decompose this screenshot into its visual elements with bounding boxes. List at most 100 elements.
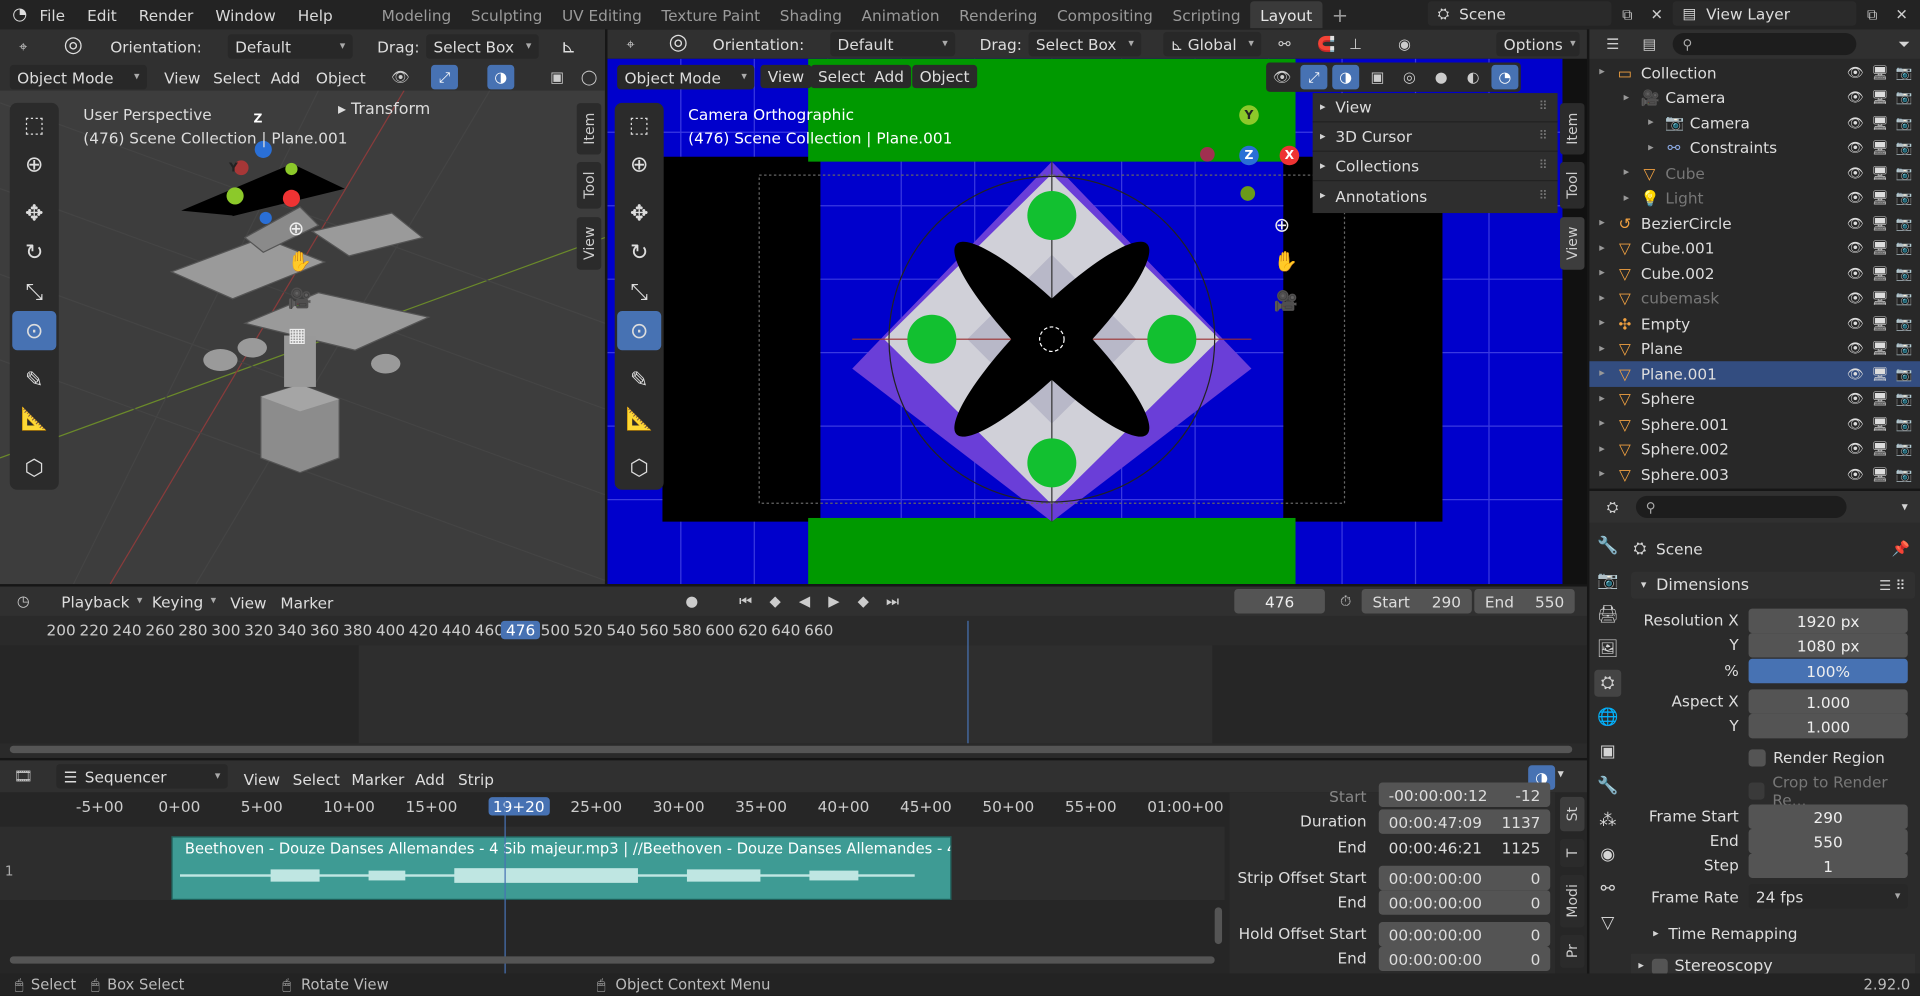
options-dropdown[interactable]: Options ▾	[1496, 31, 1580, 57]
eye-icon[interactable]: 👁	[1847, 140, 1864, 156]
view-layer-selector[interactable]: ▤ View Layer	[1672, 1, 1857, 26]
wireframe-shading-icon[interactable]: ◎	[1396, 65, 1423, 89]
tab-item[interactable]: Item	[1560, 102, 1585, 155]
expand-arrow-icon[interactable]: ▸	[1599, 468, 1616, 480]
camera-render-icon[interactable]: 📷	[1896, 115, 1913, 131]
eye-icon[interactable]: 👁	[1847, 215, 1864, 231]
rendered-shading-icon[interactable]: ◔	[1491, 64, 1519, 90]
expand-arrow-icon[interactable]: ▸	[1599, 242, 1616, 254]
add-cube-tool-icon[interactable]: ⬡	[617, 448, 661, 487]
eye-icon[interactable]: 👁	[1847, 65, 1864, 81]
new-scene-icon[interactable]: ⧉	[1614, 2, 1641, 26]
monitor-icon[interactable]: 🖥	[1871, 316, 1888, 332]
camera-render-icon[interactable]: 📷	[1896, 441, 1913, 457]
camera-render-icon[interactable]: 📷	[1896, 215, 1913, 231]
monitor-icon[interactable]: 🖥	[1871, 366, 1888, 382]
tab-view[interactable]: View	[1560, 216, 1585, 270]
orientation-dropdown[interactable]: Default ▾	[830, 31, 956, 57]
panel-3d-cursor[interactable]: ▸ 3D Cursor ⠿	[1312, 122, 1558, 152]
tab-rendering[interactable]: Rendering	[949, 1, 1047, 28]
pivot-point-icon[interactable]: ⚯	[1271, 32, 1298, 56]
menu-add[interactable]: Add	[263, 66, 307, 89]
move-tool-icon[interactable]: ✥	[617, 193, 661, 232]
expand-arrow-icon[interactable]: ▸	[1624, 167, 1641, 179]
monitor-icon[interactable]: 🖥	[1871, 441, 1888, 457]
checkbox-icon[interactable]	[1651, 958, 1668, 975]
prev-keyframe-icon[interactable]: ◆	[762, 589, 789, 613]
display-mode-icon[interactable]: ▤	[1636, 32, 1663, 56]
outliner-row[interactable]: ▸ ▽ Sphere.003 👁 🖥 📷	[1589, 462, 1920, 487]
eye-icon[interactable]: 👁	[1847, 466, 1864, 482]
editor-type-icon[interactable]: ⌖	[617, 32, 644, 56]
camera-render-icon[interactable]: 📷	[1896, 65, 1913, 81]
mode-dropdown[interactable]: Object Mode ▾	[617, 64, 755, 90]
resolution-x-field[interactable]: 1920 px	[1748, 608, 1908, 634]
timeline-ruler[interactable]: 200 220 240 260 280 300 320 340 360 380 400 420 440 4…	[0, 620, 1587, 645]
menu-view[interactable]: View	[157, 66, 208, 89]
gizmo-y-icon[interactable]: Y	[1239, 105, 1259, 125]
tab-uv-editing[interactable]: UV Editing	[552, 1, 651, 28]
jump-end-icon[interactable]: ⏭	[879, 589, 906, 613]
camera-render-icon[interactable]: 📷	[1896, 416, 1913, 432]
outliner-row[interactable]: ▸ ▽ cubemask 👁 🖥 📷	[1589, 286, 1920, 311]
drag-handle-icon[interactable]: ⠿	[1539, 100, 1548, 113]
wireframe-icon[interactable]: ◯	[576, 65, 603, 89]
blender-logo-icon[interactable]: ◔	[12, 5, 27, 25]
render-region-checkbox[interactable]: Render Region	[1748, 748, 1885, 767]
eye-icon[interactable]: 👁	[1847, 240, 1864, 256]
menu-object[interactable]: Object	[912, 64, 977, 89]
transform-pivot-icon[interactable]: ◎	[669, 29, 688, 55]
camera-render-icon[interactable]: 📷	[1896, 316, 1913, 332]
camera-render-icon[interactable]: 📷	[1896, 265, 1913, 281]
xray-icon[interactable]: ▣	[544, 65, 571, 89]
outliner-row[interactable]: ▸ ▽ Cube.002 👁 🖥 📷	[1589, 261, 1920, 286]
panel-view[interactable]: ▸ View ⠿	[1312, 93, 1558, 123]
camera-render-icon[interactable]: 📷	[1896, 366, 1913, 382]
resolution-y-field[interactable]: 1080 px	[1748, 633, 1908, 658]
monitor-icon[interactable]: 🖥	[1871, 391, 1888, 407]
scale-tool-icon[interactable]: ⤡	[617, 272, 661, 311]
camera-render-icon[interactable]: 📷	[1896, 190, 1913, 206]
tab-tool[interactable]: T	[1560, 838, 1585, 867]
menu-view[interactable]: View	[760, 64, 812, 89]
add-cube-tool-icon[interactable]: ⬡	[12, 448, 56, 487]
sequencer-v-scrollbar[interactable]	[1214, 907, 1223, 945]
viewport-left[interactable]: ⌖ ◎ Orientation: Default ▾ Drag: Select B…	[0, 29, 605, 585]
menu-object[interactable]: Object	[309, 66, 374, 89]
transform-pivot-icon[interactable]: ◎	[64, 32, 83, 58]
tab-item[interactable]: Item	[576, 102, 602, 155]
outliner-row[interactable]: ▸ ⚯ Constraints 👁 🖥 📷	[1589, 135, 1920, 160]
delete-scene-icon[interactable]: ✕	[1643, 2, 1670, 26]
eye-icon[interactable]: 👁	[1847, 341, 1864, 357]
monitor-icon[interactable]: 🖥	[1871, 115, 1888, 131]
tab-view[interactable]: View	[576, 216, 602, 270]
camera-view-icon[interactable]: 🎥	[288, 287, 312, 310]
add-workspace-icon[interactable]: +	[1322, 1, 1358, 28]
expand-arrow-icon[interactable]: ▸	[1599, 343, 1616, 355]
outliner-row[interactable]: ▸ 📷 Camera 👁 🖥 📷	[1589, 110, 1920, 135]
aspect-x-field[interactable]: 1.000	[1748, 689, 1908, 714]
eye-icon[interactable]: 👁	[1847, 190, 1864, 206]
outliner-row[interactable]: ▸ 💡 Light 👁 🖥 📷	[1589, 186, 1920, 211]
frame-end-field[interactable]: 550	[1748, 828, 1908, 854]
hold-offset-end-field[interactable]: 00:00:00:00 0	[1378, 946, 1551, 972]
sequencer-playhead[interactable]	[504, 797, 506, 974]
outliner-search-input[interactable]: ⚲	[1672, 33, 1857, 56]
select-box-tool-icon[interactable]: ⬚	[617, 105, 661, 144]
overlay-icon[interactable]: ◑	[487, 64, 515, 90]
overlay-icon[interactable]: ◑	[1332, 64, 1360, 90]
eye-icon[interactable]: 👁	[1847, 416, 1864, 432]
tab-animation[interactable]: Animation	[852, 1, 950, 28]
play-icon[interactable]: ▶	[820, 589, 847, 613]
tab-layout[interactable]: Layout	[1250, 1, 1323, 29]
tab-tool[interactable]: Tool	[1560, 161, 1585, 209]
frame-rate-dropdown[interactable]: 24 fps ▾	[1748, 884, 1908, 909]
chevron-down-icon[interactable]: ▾	[1902, 500, 1908, 513]
scene-tab-icon[interactable]: ⛭	[1594, 669, 1622, 697]
drag-handle-icon[interactable]: ⠿	[1539, 159, 1548, 172]
menu-select[interactable]: Select	[810, 64, 873, 89]
current-frame-field[interactable]: 476	[1234, 588, 1325, 614]
eye-icon[interactable]: 👁	[1847, 316, 1864, 332]
timeline-editor-icon[interactable]: ◷	[10, 589, 37, 613]
perspective-toggle-icon[interactable]: ▦	[288, 323, 307, 346]
